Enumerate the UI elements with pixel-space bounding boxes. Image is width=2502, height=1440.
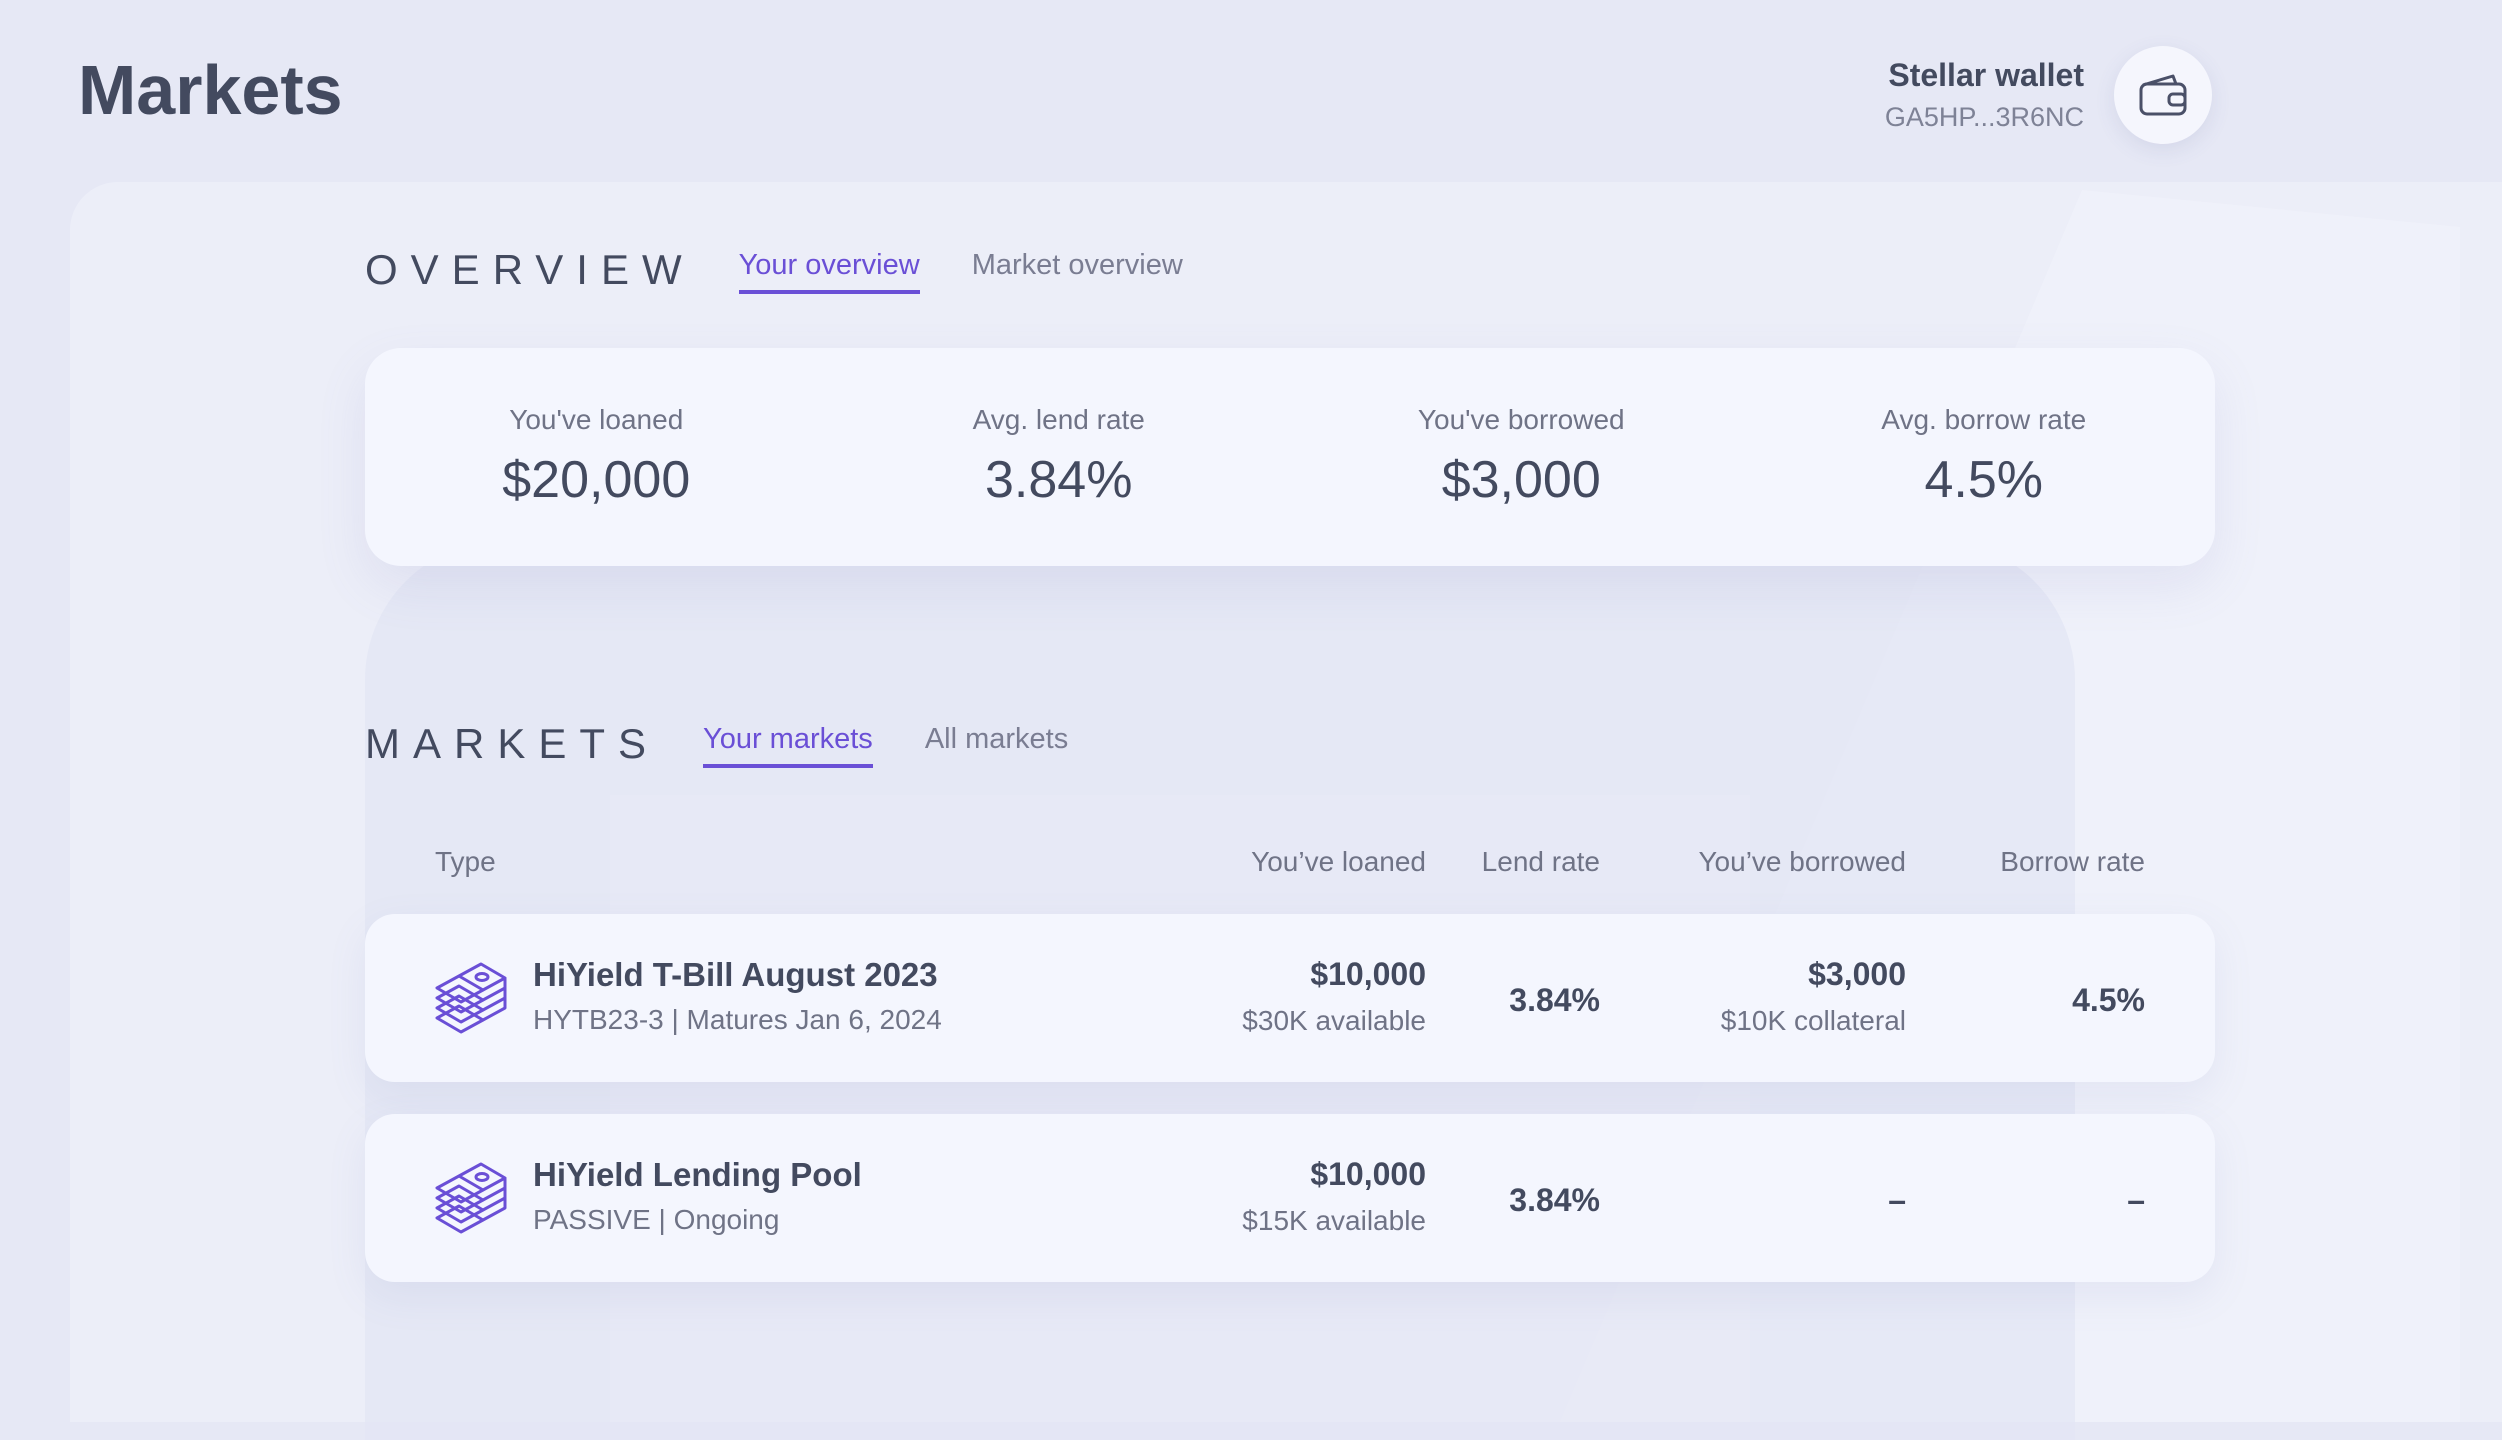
wallet-widget: Stellar wallet GA5HP...3R6NC: [1885, 46, 2212, 144]
markets-title: MARKETS: [365, 720, 660, 767]
borrowed-collateral: $10K collateral: [1720, 1005, 1906, 1036]
market-subtitle: PASSIVE | Ongoing: [533, 1204, 780, 1235]
stat-loaned: You've loaned $20,000: [365, 404, 828, 510]
stacked-cash-icon: [435, 1162, 507, 1234]
stat-label: You've borrowed: [1417, 404, 1625, 435]
column-header-lend-rate: Lend rate: [1481, 846, 1600, 877]
wallet-button[interactable]: [2114, 46, 2212, 144]
stat-borrow-rate: Avg. borrow rate 4.5%: [1753, 404, 2216, 510]
tab-your-markets[interactable]: Your markets: [703, 723, 873, 768]
borrow-rate-value: –: [2127, 1182, 2145, 1218]
stat-value: $20,000: [502, 451, 691, 509]
tab-market-overview[interactable]: Market overview: [972, 249, 1183, 294]
wallet-info: Stellar wallet GA5HP...3R6NC: [1885, 53, 2084, 137]
page-title: Markets: [78, 51, 343, 129]
tab-all-markets[interactable]: All markets: [925, 723, 1068, 768]
loaned-value: $10,000: [1310, 1156, 1426, 1192]
market-subtitle: HYTB23-3 | Matures Jan 6, 2024: [533, 1004, 942, 1035]
loaned-cell: $10,000 $30K available: [1242, 956, 1426, 1037]
markets-table-header: Type You’ve loaned Lend rate You’ve borr…: [365, 846, 2215, 886]
stat-label: You've loaned: [509, 404, 684, 435]
overview-title: OVERVIEW: [365, 246, 695, 293]
loaned-available: $30K available: [1242, 1005, 1426, 1036]
borrowed-value: –: [1888, 1182, 1906, 1218]
stat-lend-rate: Avg. lend rate 3.84%: [828, 404, 1291, 510]
tab-your-overview[interactable]: Your overview: [738, 249, 920, 294]
loaned-cell: $10,000 $15K available: [1242, 1156, 1426, 1237]
borrowed-cell: $3,000 $10K collateral: [1721, 956, 1906, 1037]
lend-rate-value: 3.84%: [1509, 1182, 1600, 1218]
stat-label: Avg. lend rate: [972, 404, 1145, 435]
loaned-available: $15K available: [1242, 1205, 1426, 1236]
markets-header: MARKETS Your markets All markets: [365, 720, 1120, 768]
column-header-borrow-rate: Borrow rate: [2000, 846, 2145, 877]
stat-label: Avg. borrow rate: [1881, 404, 2087, 435]
overview-header: OVERVIEW Your overview Market overview: [365, 246, 1235, 294]
column-header-type: Type: [435, 846, 496, 877]
overview-card: You've loaned $20,000 Avg. lend rate 3.8…: [365, 348, 2215, 566]
stat-value: 3.84%: [985, 451, 1133, 509]
borrowed-value: $3,000: [1808, 956, 1906, 992]
wallet-address: GA5HP...3R6NC: [1884, 102, 2084, 132]
loaned-value: $10,000: [1310, 956, 1426, 992]
wallet-name: Stellar wallet: [1888, 57, 2084, 93]
stat-borrowed: You've borrowed $3,000: [1290, 404, 1753, 510]
wallet-icon: [2139, 74, 2187, 116]
market-row[interactable]: HiYield Lending Pool PASSIVE | Ongoing $…: [365, 1114, 2215, 1282]
column-header-borrowed: You’ve borrowed: [1698, 846, 1906, 877]
market-name: HiYield Lending Pool: [533, 1156, 862, 1193]
stacked-cash-icon: [435, 962, 507, 1034]
lend-rate-value: 3.84%: [1509, 982, 1600, 1018]
stat-value: $3,000: [1441, 451, 1601, 509]
borrow-rate-value: 4.5%: [2072, 982, 2145, 1018]
market-name: HiYield T-Bill August 2023: [533, 956, 938, 993]
market-row[interactable]: HiYield T-Bill August 2023 HYTB23-3 | Ma…: [365, 914, 2215, 1082]
column-header-loaned: You’ve loaned: [1251, 846, 1426, 877]
stat-value: 4.5%: [1924, 451, 2044, 509]
background-decoration: [610, 795, 1750, 1422]
